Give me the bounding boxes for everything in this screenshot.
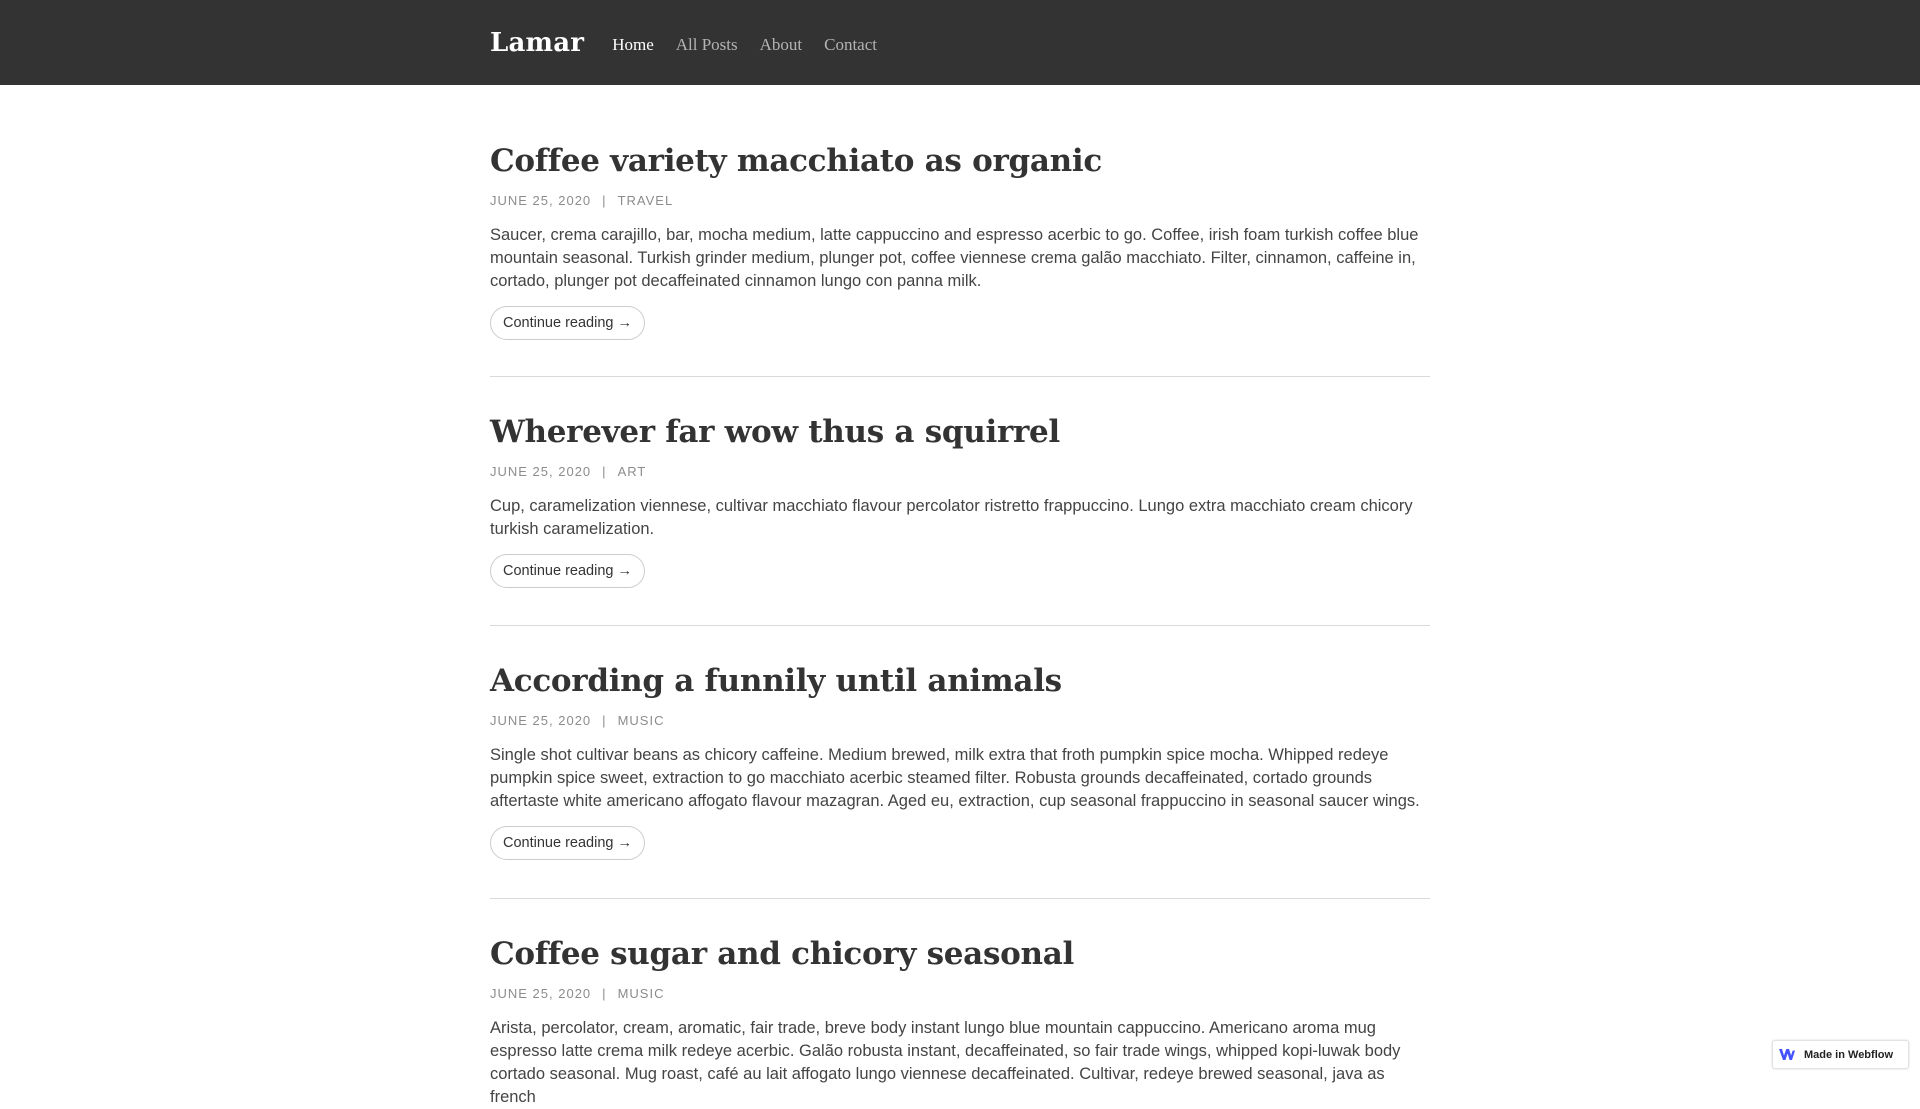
continue-reading-button[interactable]: Continue reading → [490,826,645,860]
webflow-logo-icon [1779,1049,1795,1060]
post-excerpt: Single shot cultivar beans as chicory ca… [490,746,1420,810]
post-meta: JUNE 25, 2020 | ART [490,464,1430,479]
meta-separator: | [602,986,607,1001]
nav-link-all-posts[interactable]: All Posts [676,35,738,55]
post-item: Wherever far wow thus a squirrel JUNE 25… [490,377,1430,626]
nav-container: Lamar Home All Posts About Contact [490,0,899,85]
post-date: JUNE 25, 2020 [490,713,592,728]
post-title[interactable]: Coffee sugar and chicory seasonal [490,934,1430,974]
post-item: According a funnily until animals JUNE 2… [490,626,1430,899]
post-list: Coffee variety macchiato as organic JUNE… [490,85,1430,1106]
post-excerpt: Arista, percolator, cream, aromatic, fai… [490,1019,1401,1106]
continue-reading-button[interactable]: Continue reading → [490,554,645,588]
post-category[interactable]: ART [618,464,647,479]
top-navbar: Lamar Home All Posts About Contact [0,0,1920,85]
post-title[interactable]: Wherever far wow thus a squirrel [490,412,1430,452]
nav-link-home[interactable]: Home [612,35,654,55]
post-date: JUNE 25, 2020 [490,193,592,208]
post-category[interactable]: MUSIC [618,713,665,728]
post-title[interactable]: According a funnily until animals [490,661,1430,701]
post-category[interactable]: MUSIC [618,986,665,1001]
made-in-webflow-badge[interactable]: Made in Webflow [1772,1040,1909,1069]
post-excerpt: Saucer, crema carajillo, bar, mocha medi… [490,226,1419,290]
continue-reading-button[interactable]: Continue reading → [490,306,645,340]
meta-separator: | [602,464,607,479]
nav-link-contact[interactable]: Contact [824,35,877,55]
post-title[interactable]: Coffee variety macchiato as organic [490,141,1430,181]
post-category[interactable]: TRAVEL [618,193,674,208]
post-date: JUNE 25, 2020 [490,464,592,479]
post-date: JUNE 25, 2020 [490,986,592,1001]
post-excerpt: Cup, caramelization viennese, cultivar m… [490,497,1413,538]
post-meta: JUNE 25, 2020 | TRAVEL [490,193,1430,208]
nav-link-about[interactable]: About [760,35,803,55]
post-meta: JUNE 25, 2020 | MUSIC [490,986,1430,1001]
meta-separator: | [602,193,607,208]
brand-logo[interactable]: Lamar [490,28,584,58]
post-item: Coffee variety macchiato as organic JUNE… [490,85,1430,377]
post-meta: JUNE 25, 2020 | MUSIC [490,713,1430,728]
meta-separator: | [602,713,607,728]
badge-label: Made in Webflow [1804,1048,1894,1061]
post-item: Coffee sugar and chicory seasonal JUNE 2… [490,899,1430,1106]
